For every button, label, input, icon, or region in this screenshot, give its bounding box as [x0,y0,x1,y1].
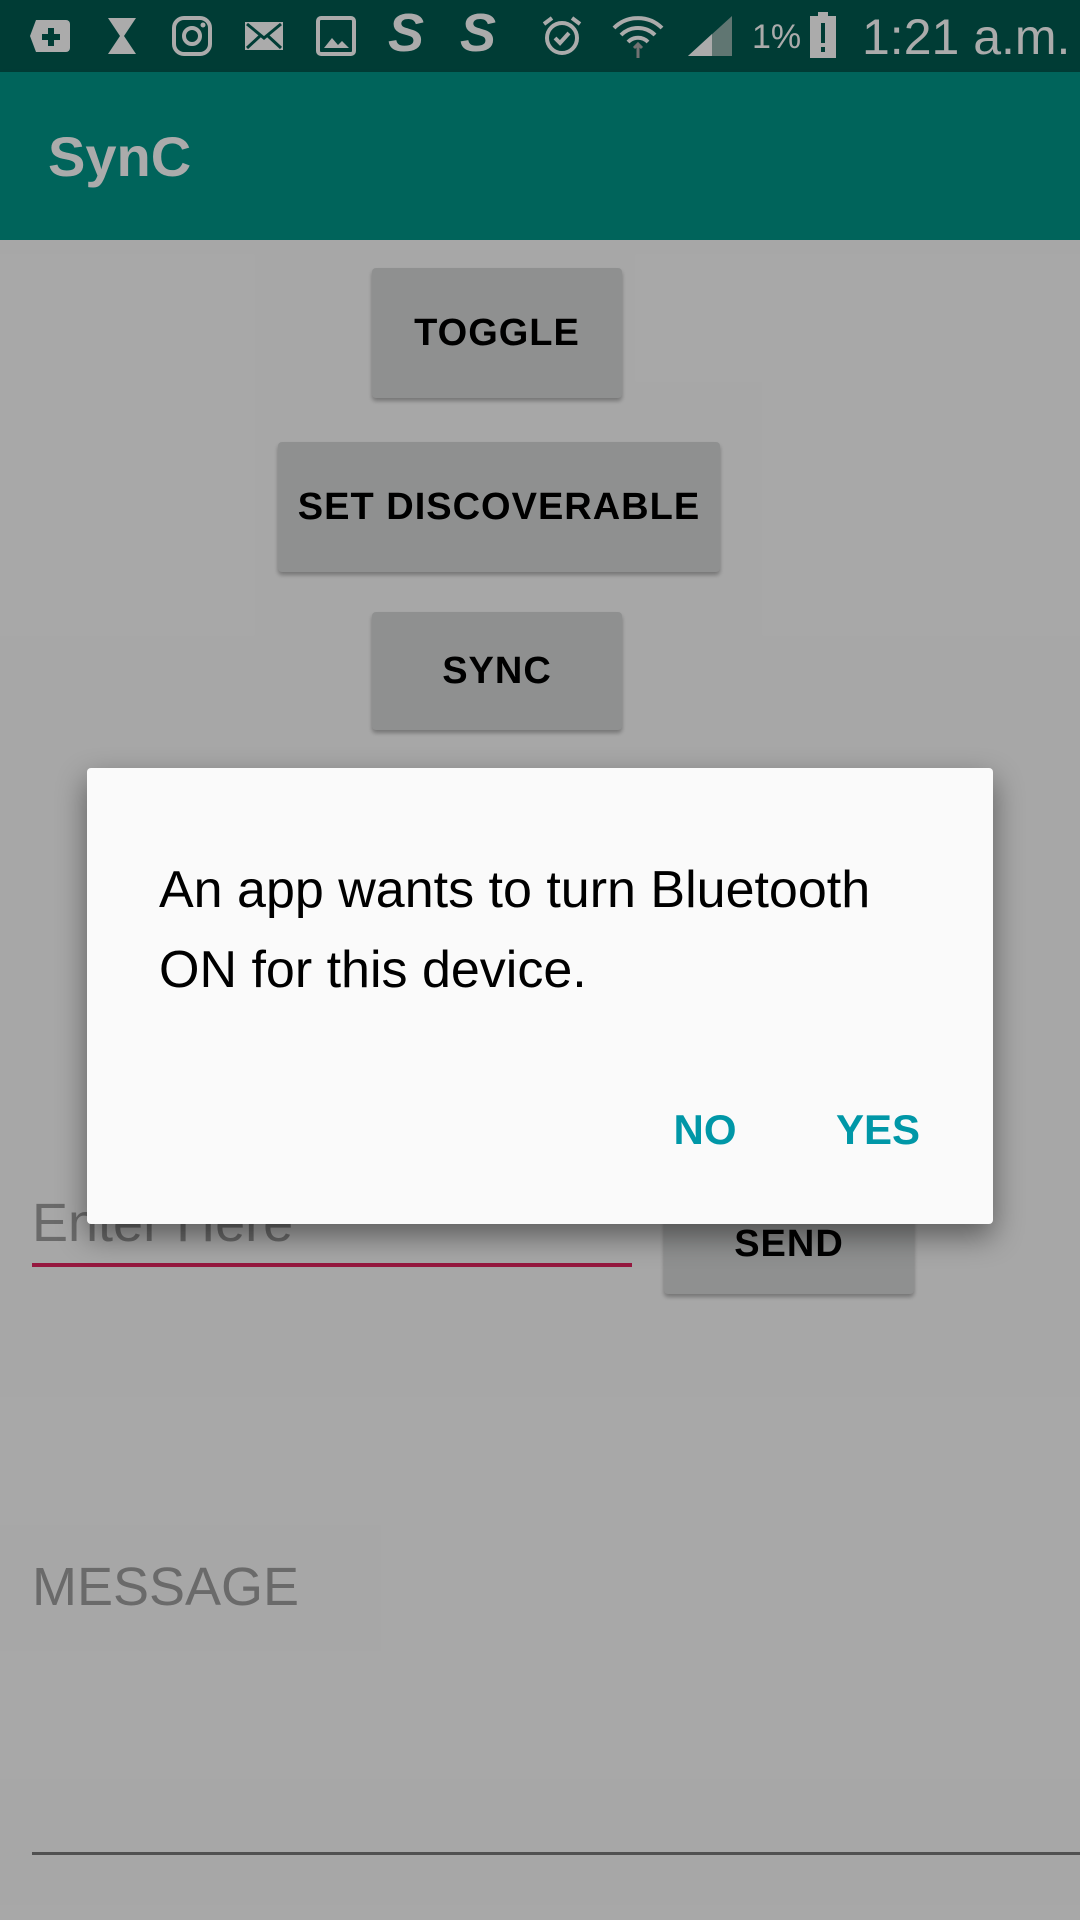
bluetooth-permission-dialog: An app wants to turn Bluetooth ON for th… [87,768,993,1224]
no-button[interactable]: NO [655,1090,755,1170]
dialog-message: An app wants to turn Bluetooth ON for th… [159,861,871,999]
yes-button[interactable]: YES [815,1090,941,1170]
